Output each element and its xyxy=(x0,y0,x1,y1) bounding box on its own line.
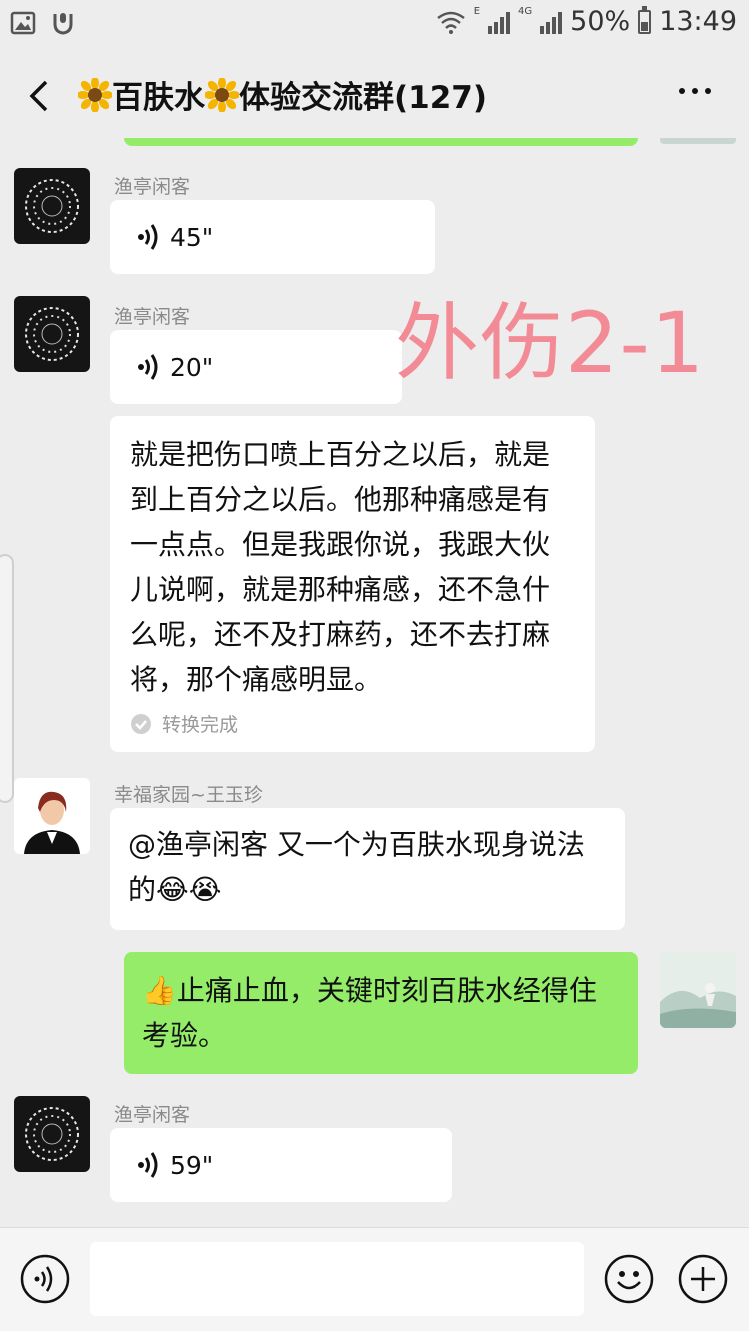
signal-bars-1-icon xyxy=(488,10,511,34)
message-input[interactable] xyxy=(90,1242,584,1316)
sunflower-icon xyxy=(205,77,239,112)
title-part-1: 百肤水 xyxy=(112,80,205,116)
text-message-bubble[interactable]: @渔亭闲客 又一个为百肤水现身说法的😂😭 xyxy=(110,808,625,930)
tree-ring-avatar-icon xyxy=(25,179,79,233)
check-circle-icon xyxy=(131,713,151,734)
chat-title: 百肤水 体验交流群(127) xyxy=(78,72,487,117)
avatar-wangyuzhen[interactable] xyxy=(14,778,90,854)
signal-bars-2-icon xyxy=(540,10,563,34)
battery-icon xyxy=(638,5,652,34)
network-type-label: 4G xyxy=(518,6,533,17)
voice-wave-icon xyxy=(138,354,158,380)
avatar-yutingxianke[interactable] xyxy=(14,168,90,244)
sender-name: 渔亭闲客 xyxy=(114,306,191,328)
dot-icon xyxy=(705,88,711,94)
more-functions-plus-button[interactable] xyxy=(678,1254,728,1304)
voice-input-toggle-button[interactable] xyxy=(20,1254,70,1304)
dot-icon xyxy=(692,88,698,94)
sender-name: 渔亭闲客 xyxy=(114,1104,191,1126)
voice-message-bubble[interactable]: 20" xyxy=(110,330,402,404)
chat-header: 百肤水 体验交流群(127) xyxy=(0,52,749,138)
side-drawer-handle[interactable] xyxy=(0,554,14,803)
landscape-painting-avatar-icon xyxy=(660,952,736,1028)
voice-duration: 59" xyxy=(170,1150,214,1180)
voice-duration: 45" xyxy=(170,222,214,252)
image-icon xyxy=(10,11,36,35)
voice-wave-icon xyxy=(138,1152,158,1178)
tree-ring-avatar-icon xyxy=(25,1107,79,1161)
message-text: @渔亭闲客 又一个为百肤水现身说法的😂😭 xyxy=(128,828,585,906)
voice-wave-icon xyxy=(138,224,158,250)
avatar-yutingxianke[interactable] xyxy=(14,1096,90,1172)
voice-duration: 20" xyxy=(170,352,214,382)
voice-message-bubble[interactable]: 59" xyxy=(110,1128,452,1202)
status-bar: E 4G 50% 13:49 xyxy=(0,0,749,52)
input-bar xyxy=(0,1227,749,1331)
self-message-bubble[interactable]: 👍止痛止血，关键时刻百肤水经得住考验。 xyxy=(124,952,638,1074)
chat-area[interactable]: 渔亭闲客 45" 渔亭闲客 20" 就是把伤口喷上百分之以后，就是到上百分之以后… xyxy=(0,138,749,1226)
dot-icon xyxy=(679,88,685,94)
person-photo-avatar-icon xyxy=(14,778,90,854)
network-sub-label: E xyxy=(473,6,481,17)
sender-name: 幸福家园~王玉珍 xyxy=(114,784,263,806)
message-text: 👍止痛止血，关键时刻百肤水经得住考验。 xyxy=(142,974,597,1052)
notification-shield-icon xyxy=(53,13,73,35)
avatar-yutingxianke[interactable] xyxy=(14,296,90,372)
sunflower-icon xyxy=(78,77,112,112)
previous-message-bubble xyxy=(124,138,638,146)
emoji-button[interactable] xyxy=(604,1254,654,1304)
title-part-2: 体验交流群(127) xyxy=(239,80,488,116)
back-button[interactable] xyxy=(20,76,60,116)
voice-transcript-bubble[interactable]: 就是把伤口喷上百分之以后，就是到上百分之以后。他那种痛感是有一点点。但是我跟你说… xyxy=(110,416,595,752)
tree-ring-avatar-icon xyxy=(25,307,79,361)
watermark-label: 外伤2-1 xyxy=(395,294,706,392)
conversion-status: 转换完成 xyxy=(130,710,577,737)
conversion-status-text: 转换完成 xyxy=(162,714,239,736)
transcript-text: 就是把伤口喷上百分之以后，就是到上百分之以后。他那种痛感是有一点点。但是我跟你说… xyxy=(130,438,551,696)
self-avatar[interactable] xyxy=(660,952,736,1028)
previous-self-avatar xyxy=(660,138,736,144)
clock: 13:49 xyxy=(659,6,737,37)
sender-name: 渔亭闲客 xyxy=(114,176,191,198)
voice-message-bubble[interactable]: 45" xyxy=(110,200,435,274)
battery-percent: 50% xyxy=(570,6,631,37)
wifi-icon xyxy=(436,11,465,34)
more-options-button[interactable] xyxy=(679,88,719,104)
